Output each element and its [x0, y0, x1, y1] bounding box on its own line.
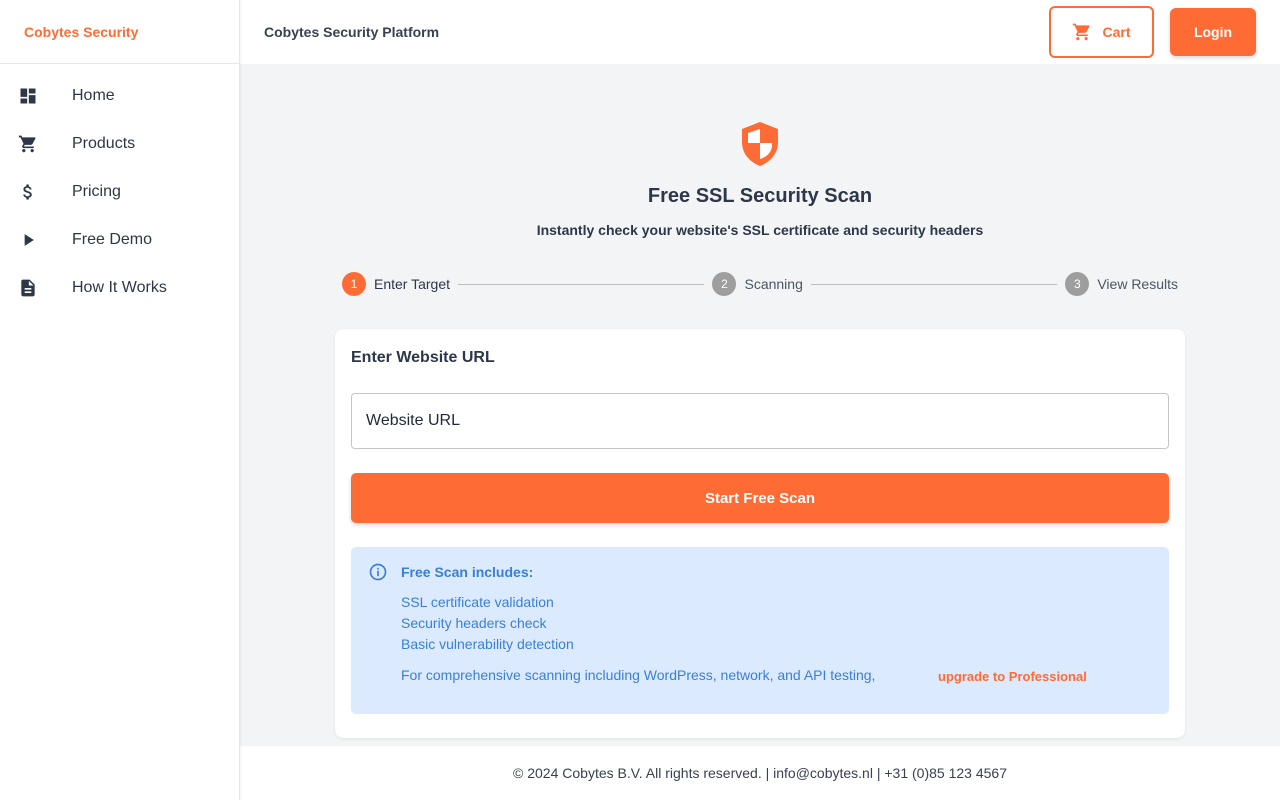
sidebar-item-free-demo[interactable]: Free Demo	[0, 216, 239, 264]
sidebar-item-products[interactable]: Products	[0, 120, 239, 168]
sidebar: Cobytes Security Home Products Pricing F…	[0, 0, 240, 800]
play-icon	[18, 230, 38, 250]
info-upgrade-note: For comprehensive scanning including Wor…	[401, 667, 876, 683]
info-alert: Free Scan includes: SSL certificate vali…	[351, 547, 1169, 714]
step-scanning: 2 Scanning	[712, 272, 803, 296]
step-number: 3	[1065, 272, 1090, 296]
step-label: Enter Target	[374, 276, 451, 292]
cart-icon	[1073, 23, 1090, 41]
info-feature-list: SSL certificate validation Security head…	[401, 592, 574, 655]
step-number: 1	[342, 272, 366, 296]
step-enter-target: 1 Enter Target	[342, 272, 450, 296]
step-label: View Results	[1097, 276, 1179, 292]
stepper: 1 Enter Target 2 Scanning 3 View Results	[342, 272, 1178, 296]
list-item: SSL certificate validation	[401, 594, 554, 610]
shield-icon	[742, 122, 778, 166]
document-icon	[18, 278, 38, 298]
dollar-icon	[18, 182, 38, 202]
website-url-input[interactable]	[351, 393, 1169, 449]
sidebar-item-label: Home	[72, 87, 115, 104]
list-item: Security headers check	[401, 615, 547, 631]
top-actions: Cart Login	[1049, 6, 1256, 58]
main-content: Free SSL Security Scan Instantly check y…	[240, 64, 1280, 746]
info-title: Free Scan includes:	[401, 564, 534, 580]
start-free-scan-button[interactable]: Start Free Scan	[351, 473, 1169, 523]
cart-icon	[18, 134, 38, 154]
step-connector	[810, 283, 1058, 285]
page-title: Free SSL Security Scan	[647, 185, 873, 207]
sidebar-item-label: Pricing	[72, 183, 121, 200]
cart-button[interactable]: Cart	[1049, 6, 1154, 58]
sidebar-nav: Home Products Pricing Free Demo How It W…	[0, 64, 239, 312]
sidebar-item-home[interactable]: Home	[0, 72, 239, 120]
sidebar-item-label: Free Demo	[72, 231, 153, 248]
sidebar-item-how-it-works[interactable]: How It Works	[0, 264, 239, 312]
step-view-results: 3 View Results	[1065, 272, 1178, 296]
page-subtitle: Instantly check your website's SSL certi…	[536, 222, 984, 238]
step-connector	[458, 283, 705, 285]
sidebar-item-label: How It Works	[72, 279, 167, 296]
footer: © 2024 Cobytes B.V. All rights reserved.…	[240, 746, 1280, 800]
top-bar: Cobytes Security Platform Cart Login	[240, 0, 1280, 64]
dashboard-icon	[18, 86, 38, 106]
brand-logo-text[interactable]: Cobytes Security	[0, 0, 239, 64]
login-button[interactable]: Login	[1170, 8, 1256, 56]
step-label: Scanning	[744, 276, 803, 292]
sidebar-item-label: Products	[72, 135, 136, 152]
card-title: Enter Website URL	[351, 349, 495, 366]
app-title: Cobytes Security Platform	[264, 24, 440, 40]
list-item: Basic vulnerability detection	[401, 636, 574, 652]
cart-button-label: Cart	[1102, 24, 1131, 40]
info-icon	[369, 563, 387, 581]
upgrade-to-professional-link[interactable]: upgrade to Professional	[938, 669, 1087, 684]
sidebar-item-pricing[interactable]: Pricing	[0, 168, 239, 216]
scan-form-card: Enter Website URL Start Free Scan Free S…	[335, 329, 1185, 738]
step-number: 2	[712, 272, 737, 296]
footer-text: © 2024 Cobytes B.V. All rights reserved.…	[513, 765, 1007, 781]
